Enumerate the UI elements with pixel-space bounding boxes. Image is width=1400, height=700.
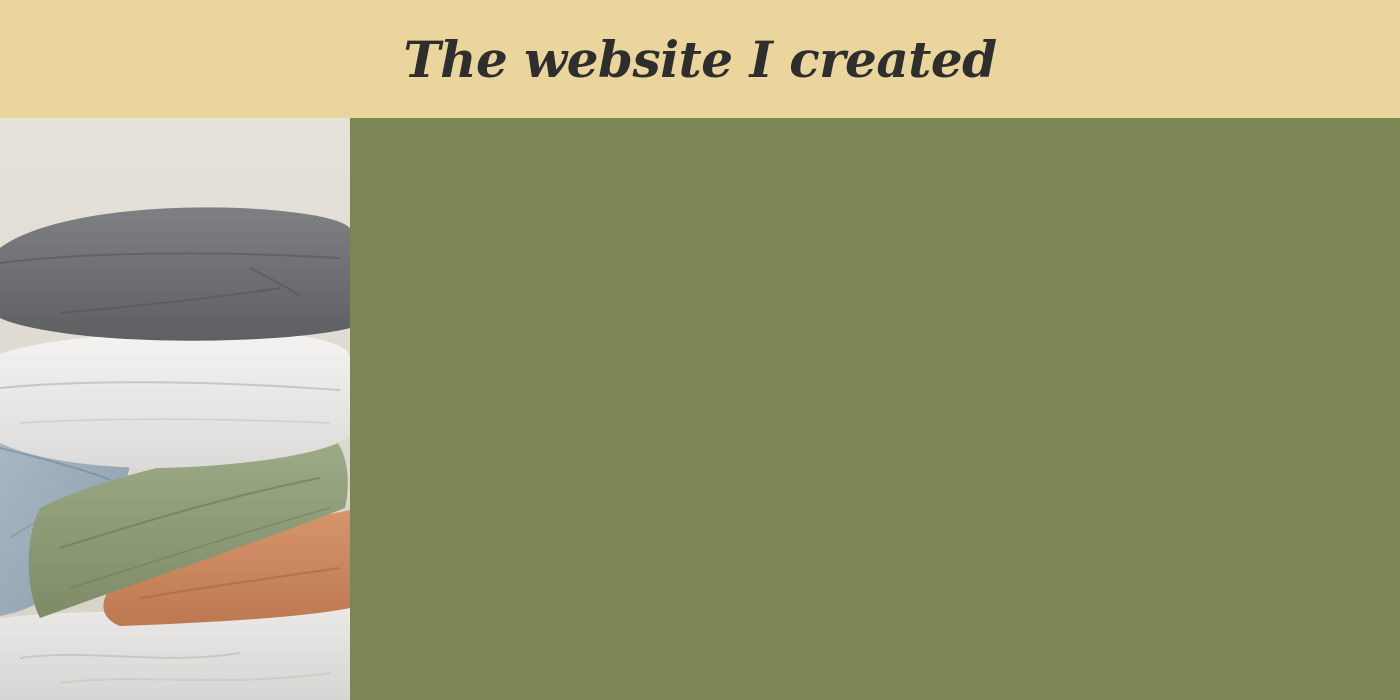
pillow-stack-photo xyxy=(0,118,350,700)
content-area xyxy=(0,118,1400,700)
main-panel xyxy=(350,118,1400,700)
pillow-stack-image xyxy=(0,118,350,700)
page-header: The website I created xyxy=(0,0,1400,118)
page-title: The website I created xyxy=(403,29,997,89)
